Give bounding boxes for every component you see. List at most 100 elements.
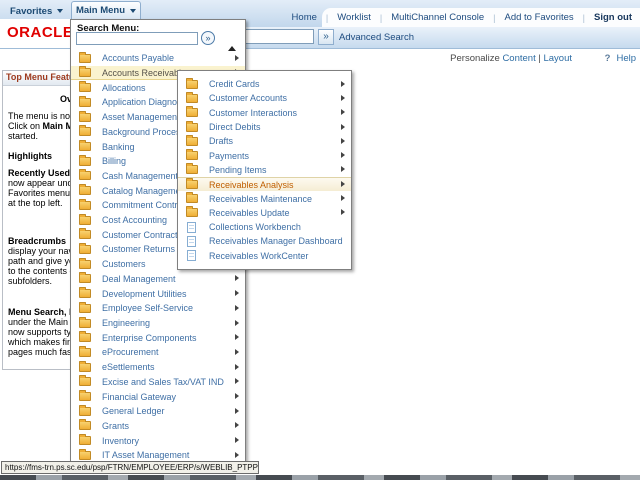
menu-item[interactable]: Financial Gateway <box>71 389 245 404</box>
menu-item-label: Credit Cards <box>209 79 260 90</box>
folder-icon <box>79 360 91 372</box>
menu-item[interactable]: Receivables Maintenance <box>178 191 351 205</box>
menu-item-label: Customer Accounts <box>209 93 288 104</box>
chevron-right-icon <box>341 109 345 116</box>
menu-item[interactable]: Payments <box>178 148 351 162</box>
menu-item[interactable]: Inventory <box>71 433 245 448</box>
menu-item[interactable]: Engineering <box>71 316 245 331</box>
chevron-right-icon <box>341 209 345 216</box>
menu-item-label: Commitment Control <box>102 200 185 211</box>
personalize-layout-link[interactable]: Layout <box>543 53 572 64</box>
menu-item[interactable]: Receivables Manager Dashboard <box>178 234 351 248</box>
menu-item-label: Financial Gateway <box>102 391 177 402</box>
folder-icon <box>79 345 91 357</box>
folder-icon <box>79 125 91 137</box>
multichannel-console-link[interactable]: MultiChannel Console <box>382 12 493 23</box>
advanced-search-link[interactable]: Advanced Search <box>339 32 414 43</box>
menu-item[interactable]: eSettlements <box>71 360 245 375</box>
tab-favorites[interactable]: Favorites <box>10 4 64 18</box>
menu-item[interactable]: Credit Cards <box>178 77 351 91</box>
personalize-content-link[interactable]: Content <box>502 53 535 64</box>
menu-search-input[interactable] <box>76 32 198 45</box>
folder-icon <box>79 434 91 446</box>
folder-icon <box>79 213 91 225</box>
folder-icon <box>79 169 91 181</box>
chevron-right-icon <box>341 94 345 101</box>
folder-icon <box>79 140 91 152</box>
tab-main-menu[interactable]: Main Menu <box>71 1 141 19</box>
menu-item[interactable]: Receivables Update <box>178 206 351 220</box>
menu-item-label: Receivables Analysis <box>209 179 294 190</box>
menu-item[interactable]: Direct Debits <box>178 120 351 134</box>
chevron-right-icon <box>235 437 239 444</box>
menu-item-label: Banking <box>102 141 135 152</box>
folder-icon <box>79 287 91 299</box>
chevron-right-icon <box>235 304 239 311</box>
menu-item[interactable]: Enterprise Components <box>71 330 245 345</box>
menu-item-label: Customers <box>102 259 146 270</box>
chevron-right-icon <box>235 348 239 355</box>
menu-item[interactable]: eProcurement <box>71 345 245 360</box>
help-link[interactable]: Help <box>616 53 636 64</box>
menu-search-go-button[interactable]: » <box>201 31 215 45</box>
menu-item[interactable]: Customer Interactions <box>178 106 351 120</box>
chevron-right-icon <box>341 137 345 144</box>
chevron-right-icon <box>235 290 239 297</box>
home-link[interactable]: Home <box>283 12 326 23</box>
menu-item[interactable]: Grants <box>71 419 245 434</box>
folder-icon <box>79 228 91 240</box>
menu-item[interactable]: Development Utilities <box>71 286 245 301</box>
menu-item[interactable]: Receivables WorkCenter <box>178 249 351 263</box>
menu-item-label: eProcurement <box>102 347 159 358</box>
folder-icon <box>79 66 91 78</box>
folder-icon <box>79 375 91 387</box>
folder-icon <box>186 206 198 218</box>
folder-icon <box>186 106 198 118</box>
worklist-link[interactable]: Worklist <box>328 12 380 23</box>
add-to-favorites-link[interactable]: Add to Favorites <box>495 12 582 23</box>
personalize-label: Personalize <box>450 53 503 64</box>
menu-item[interactable]: Collections Workbench <box>178 220 351 234</box>
header-search-go-button[interactable]: » <box>318 29 334 45</box>
menu-item-label: General Ledger <box>102 406 165 417</box>
folder-icon <box>79 110 91 122</box>
menu-item-label: Accounts Payable <box>102 53 175 64</box>
chevron-right-icon <box>235 54 239 61</box>
menu-item[interactable]: Employee Self-Service <box>71 301 245 316</box>
folder-icon <box>79 448 91 460</box>
menu-item-label: Excise and Sales Tax/VAT IND <box>102 376 224 387</box>
header-links: Home | Worklist | MultiChannel Console | Ad… <box>292 8 640 27</box>
chevron-right-icon <box>341 152 345 159</box>
menu-item[interactable]: Accounts Payable <box>71 51 245 66</box>
tab-favorites-label: Favorites <box>10 5 53 17</box>
folder-icon <box>79 272 91 284</box>
menu-item[interactable]: Excise and Sales Tax/VAT IND <box>71 374 245 389</box>
folder-icon <box>186 192 198 204</box>
folder-icon <box>79 81 91 93</box>
folder-icon <box>79 184 91 196</box>
menu-item[interactable]: General Ledger <box>71 404 245 419</box>
folder-icon <box>186 149 198 161</box>
help-icon: ? <box>604 53 611 64</box>
menu-item-label: Customer Returns <box>102 244 176 255</box>
menu-item-label: Payments <box>209 150 250 161</box>
help-area: ? Help <box>605 53 636 64</box>
chevron-right-icon <box>341 166 345 173</box>
chevron-right-icon <box>235 407 239 414</box>
menu-item[interactable]: Customer Accounts <box>178 91 351 105</box>
folder-icon <box>186 77 198 89</box>
menu-item-label: Drafts <box>209 136 234 147</box>
sign-out-link[interactable]: Sign out <box>585 12 634 23</box>
menu-item-label: Catalog Management <box>102 185 189 196</box>
page-icon <box>187 221 196 233</box>
folder-icon <box>186 178 198 190</box>
folder-icon <box>79 51 91 63</box>
folder-icon <box>79 404 91 416</box>
menu-item[interactable]: Drafts <box>178 134 351 148</box>
menu-item[interactable]: Receivables Analysis <box>178 177 351 192</box>
menu-item-label: Direct Debits <box>209 122 261 133</box>
menu-item[interactable]: Pending Items <box>178 163 351 177</box>
folder-icon <box>79 257 91 269</box>
peoplesoft-page: Home | Worklist | MultiChannel Console | Ad… <box>0 0 640 480</box>
menu-item[interactable]: Deal Management <box>71 272 245 287</box>
